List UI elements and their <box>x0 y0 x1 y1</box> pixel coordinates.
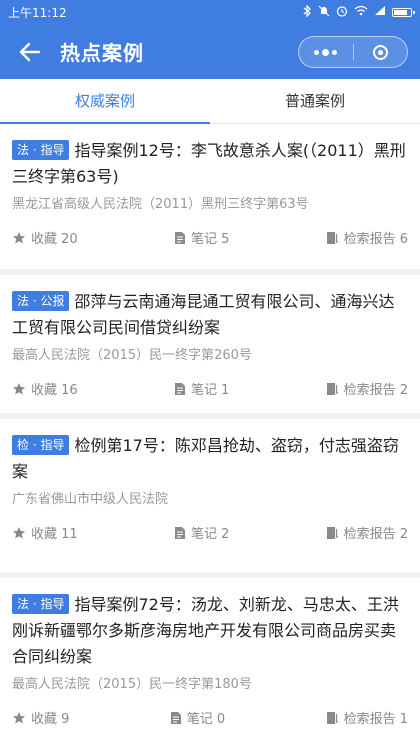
note-icon <box>174 231 185 244</box>
case-title: 指导案例72号：汤龙、刘新龙、马忠太、王洪刚诉新疆鄂尔多斯彦海房地产开发有限公司… <box>12 595 399 666</box>
back-button[interactable] <box>6 28 54 76</box>
case-title-row: 法 · 指导 指导案例72号：汤龙、刘新龙、马忠太、王洪刚诉新疆鄂尔多斯彦海房地产… <box>12 592 408 670</box>
status-icons <box>303 3 415 20</box>
case-badge: 法 · 指导 <box>12 140 70 160</box>
close-target-icon <box>372 44 388 60</box>
page-title: 热点案例 <box>60 41 144 65</box>
tab-bar: 权威案例 普通案例 <box>0 79 420 124</box>
star-icon <box>13 711 25 723</box>
notes-count: 笔记 0 <box>186 712 226 727</box>
more-dots-icon <box>314 48 338 56</box>
notes-action[interactable]: 笔记 5 <box>174 228 229 247</box>
case-card[interactable]: 法 · 指导 指导案例72号：汤龙、刘新龙、马忠太、王洪刚诉新疆鄂尔多斯彦海房地产… <box>0 578 420 753</box>
case-badge: 法 · 指导 <box>12 594 70 614</box>
case-card[interactable]: 检 · 指导 检例第17号：陈邓昌抢劫、盗窃，付志强盗窃案 广东省佛山市中级人民法… <box>0 419 420 572</box>
battery-icon <box>392 7 415 17</box>
case-title: 指导案例12号：李飞故意杀人案(（2011）黑刑三终字第63号) <box>12 141 406 186</box>
notes-action[interactable]: 笔记 0 <box>170 708 225 727</box>
reports-action[interactable]: 检索报告 6 <box>326 228 408 247</box>
reports-action[interactable]: 检索报告 2 <box>326 379 408 398</box>
mute-icon <box>318 5 330 20</box>
favorites-action[interactable]: 收藏 11 <box>12 523 78 542</box>
favorites-count: 收藏 11 <box>31 527 78 542</box>
nav-bar: 热点案例 <box>0 24 420 79</box>
reports-count: 检索报告 2 <box>343 383 408 398</box>
favorites-action[interactable]: 收藏 9 <box>12 708 69 727</box>
tab-authoritative-cases[interactable]: 权威案例 <box>0 79 210 124</box>
case-title: 邵萍与云南通海昆通工贸有限公司、通海兴达工贸有限公司民间借贷纠纷案 <box>12 292 395 337</box>
status-bar: 上午11:12 <box>0 0 420 24</box>
case-badge: 检 · 指导 <box>12 435 70 455</box>
reports-action[interactable]: 检索报告 2 <box>326 523 408 542</box>
reports-action[interactable]: 检索报告 1 <box>326 708 408 727</box>
close-button[interactable] <box>354 37 408 67</box>
status-time: 上午11:12 <box>8 5 67 20</box>
notes-action[interactable]: 笔记 1 <box>174 379 229 398</box>
wifi-icon <box>354 5 368 19</box>
report-icon <box>326 711 338 724</box>
notes-count: 笔记 5 <box>190 232 230 247</box>
case-title: 检例第17号：陈邓昌抢劫、盗窃，付志强盗窃案 <box>12 436 399 481</box>
favorites-action[interactable]: 收藏 20 <box>12 228 78 247</box>
notes-action[interactable]: 笔记 2 <box>174 523 229 542</box>
tab-ordinary-cases[interactable]: 普通案例 <box>210 79 420 123</box>
star-icon <box>13 231 25 243</box>
case-card[interactable]: 法 · 公报 邵萍与云南通海昆通工贸有限公司、通海兴达工贸有限公司民间借贷纠纷案 … <box>0 275 420 413</box>
star-icon <box>13 382 25 394</box>
case-court: 最高人民法院（2015）民一终字第260号 <box>12 348 252 363</box>
case-meta: 收藏 9 笔记 0 检索报告 1 <box>12 708 408 727</box>
report-icon <box>326 382 338 395</box>
case-meta: 收藏 16 笔记 1 检索报告 2 <box>12 379 408 398</box>
arrow-left-icon <box>19 42 41 61</box>
reports-count: 检索报告 1 <box>343 712 408 727</box>
case-badge: 法 · 公报 <box>12 291 70 311</box>
favorites-count: 收藏 20 <box>31 232 78 247</box>
case-meta: 收藏 11 笔记 2 检索报告 2 <box>12 523 408 542</box>
case-title-row: 检 · 指导 检例第17号：陈邓昌抢劫、盗窃，付志强盗窃案 <box>12 433 408 485</box>
case-card[interactable]: 法 · 指导 指导案例12号：李飞故意杀人案(（2011）黑刑三终字第63号) 黑… <box>0 124 420 269</box>
favorites-count: 收藏 9 <box>31 712 70 727</box>
notes-count: 笔记 1 <box>190 383 230 398</box>
more-button[interactable] <box>299 37 353 67</box>
report-icon <box>326 526 338 539</box>
case-court: 最高人民法院（2015）民一终字第180号 <box>12 677 252 692</box>
reports-count: 检索报告 2 <box>343 527 408 542</box>
case-title-row: 法 · 指导 指导案例12号：李飞故意杀人案(（2011）黑刑三终字第63号) <box>12 138 408 190</box>
case-list: 法 · 指导 指导案例12号：李飞故意杀人案(（2011）黑刑三终字第63号) 黑… <box>0 124 420 753</box>
bluetooth-icon <box>303 3 312 20</box>
case-court: 广东省佛山市中级人民法院 <box>12 492 169 507</box>
note-icon <box>174 526 185 539</box>
notes-count: 笔记 2 <box>190 527 230 542</box>
alarm-icon <box>336 5 348 20</box>
signal-icon <box>374 5 386 19</box>
note-icon <box>174 382 185 395</box>
report-icon <box>326 231 338 244</box>
case-meta: 收藏 20 笔记 5 检索报告 6 <box>12 228 408 247</box>
star-icon <box>13 526 25 538</box>
case-court: 黑龙江省高级人民法院（2011）黑刑三终字第63号 <box>12 197 309 212</box>
mini-program-capsule <box>298 36 408 68</box>
note-icon <box>170 711 181 724</box>
case-title-row: 法 · 公报 邵萍与云南通海昆通工贸有限公司、通海兴达工贸有限公司民间借贷纠纷案 <box>12 289 408 341</box>
reports-count: 检索报告 6 <box>343 232 408 247</box>
favorites-action[interactable]: 收藏 16 <box>12 379 78 398</box>
favorites-count: 收藏 16 <box>31 383 78 398</box>
